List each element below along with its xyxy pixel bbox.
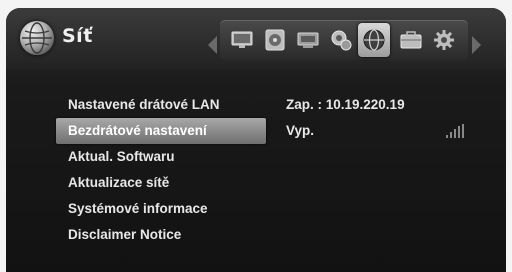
menu-item-disclaimer[interactable]: Disclaimer Notice	[56, 222, 266, 248]
header-bar: Síť	[6, 8, 506, 70]
menu-item-wired-lan[interactable]: Nastavené drátové LAN	[56, 92, 266, 118]
menu-item-system-info[interactable]: Systémové informace	[56, 196, 266, 222]
menu-item-network-update[interactable]: Aktualizace sítě	[56, 170, 266, 196]
tv-icon[interactable]	[230, 28, 254, 52]
settings-menu: Nastavené drátové LAN Bezdrátové nastave…	[56, 92, 266, 248]
category-icon-strip	[220, 20, 468, 60]
scroll-right-arrow-icon[interactable]	[472, 36, 481, 54]
display-icon[interactable]	[296, 28, 320, 52]
menu-item-software-update[interactable]: Aktual. Softwaru	[56, 144, 266, 170]
wireless-status-value: Vyp.	[286, 123, 315, 138]
network-globe-icon	[20, 21, 54, 55]
menu-item-wireless-settings[interactable]: Bezdrátové nastavení	[56, 118, 266, 144]
settings-values: Zap. : 10.19.220.19 Vyp.	[286, 92, 496, 144]
settings-screen: Síť Nastavené drátové LAN Bezdrátové nas…	[6, 8, 506, 272]
disc-icon[interactable]	[263, 28, 287, 52]
scroll-left-arrow-icon[interactable]	[208, 36, 217, 54]
audio-icon[interactable]	[329, 28, 353, 52]
wired-status-value: Zap. : 10.19.220.19	[286, 97, 405, 112]
signal-strength-icon	[446, 124, 468, 138]
wireless-status-row: Vyp.	[286, 118, 496, 144]
page-title: Síť	[62, 25, 93, 47]
settings-gear-icon[interactable]	[432, 28, 456, 52]
network-globe-icon[interactable]	[358, 23, 390, 57]
briefcase-icon[interactable]	[399, 28, 423, 52]
